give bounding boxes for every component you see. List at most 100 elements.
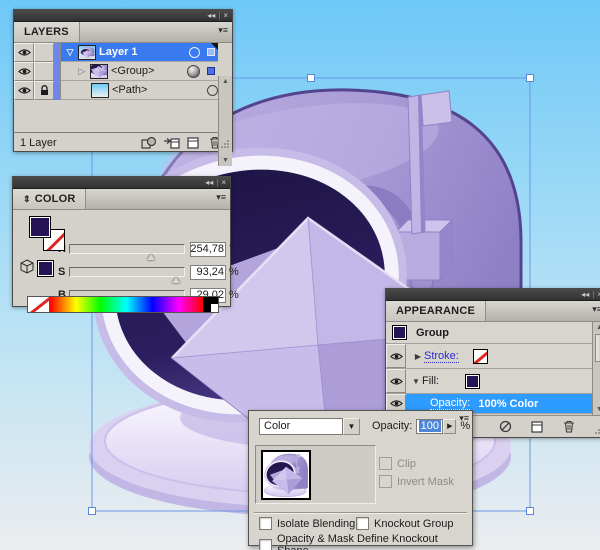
- hue-value-input[interactable]: 254,78: [190, 242, 226, 257]
- selection-handle-n[interactable]: [308, 75, 315, 82]
- scrollbar-thumb[interactable]: [595, 334, 600, 362]
- invert-mask-checkbox[interactable]: [379, 475, 392, 488]
- appearance-titlebar: ◂◂ | ×: [386, 289, 600, 301]
- isolate-blending-row: Isolate Blending: [259, 517, 355, 530]
- opacity-spinner-icon[interactable]: ▶: [443, 419, 456, 434]
- saturation-slider[interactable]: [69, 267, 185, 277]
- eye-icon: [18, 86, 31, 95]
- lock-toggle[interactable]: [34, 81, 54, 100]
- out-of-gamut-cube-icon[interactable]: [20, 259, 34, 274]
- close-panel-icon[interactable]: ×: [223, 11, 228, 20]
- color-tabrow: ⇕ COLOR ▾≡: [13, 189, 230, 210]
- isolate-blending-checkbox[interactable]: [259, 517, 272, 530]
- disclosure-closed-icon[interactable]: ▶: [412, 352, 424, 361]
- target-shaded-icon[interactable]: [187, 65, 200, 78]
- slider-marker[interactable]: [172, 277, 180, 283]
- make-clipping-mask-button[interactable]: [138, 135, 160, 150]
- layer-name[interactable]: <Path>: [112, 84, 147, 96]
- appearance-row-stroke[interactable]: ▶ Stroke:: [386, 344, 600, 369]
- selection-handle-ne[interactable]: [527, 75, 534, 82]
- layer-color-bar: [54, 62, 61, 81]
- visibility-toggle[interactable]: [14, 43, 34, 62]
- knockout-group-row: Knockout Group: [356, 517, 454, 530]
- eye-icon: [390, 352, 403, 361]
- appearance-row-fill[interactable]: ▼ Fill:: [386, 369, 600, 394]
- object-thumbnail[interactable]: [261, 450, 311, 500]
- target-circle-icon[interactable]: [189, 47, 200, 58]
- none-swatch[interactable]: [28, 297, 50, 312]
- black-white-swatch[interactable]: [203, 297, 218, 312]
- opacity-mask-checkbox[interactable]: [259, 539, 272, 550]
- delete-item-button[interactable]: [558, 419, 580, 434]
- panel-menu-icon[interactable]: ▾≡: [592, 305, 600, 314]
- saturation-value-input[interactable]: 93,24: [190, 265, 226, 280]
- hue-slider[interactable]: [69, 244, 185, 254]
- duplicate-item-button[interactable]: [526, 419, 548, 434]
- collapse-panel-icon[interactable]: ◂◂: [205, 178, 213, 187]
- lock-toggle[interactable]: [34, 62, 54, 81]
- collapse-panel-icon[interactable]: ◂◂: [207, 11, 215, 20]
- scroll-up-icon[interactable]: ▲: [596, 324, 600, 331]
- panel-menu-icon[interactable]: ▾≡: [216, 193, 226, 202]
- appearance-tabrow: APPEARANCE ▾≡: [386, 301, 600, 322]
- scroll-up-icon[interactable]: ▲: [222, 78, 229, 85]
- fill-label[interactable]: Fill:: [422, 375, 439, 387]
- visibility-toggle[interactable]: [386, 344, 406, 368]
- scroll-down-icon[interactable]: ▼: [222, 157, 229, 164]
- appearance-scrollbar[interactable]: ▲ ▼: [592, 322, 600, 415]
- opacity-label: Opacity:: [372, 420, 412, 432]
- new-layer-button[interactable]: [182, 135, 204, 150]
- panel-menu-icon[interactable]: ▾≡: [459, 413, 469, 424]
- resize-grip-icon[interactable]: [594, 425, 600, 435]
- layer-color-bar: [54, 43, 61, 62]
- fill-swatch[interactable]: [29, 216, 51, 238]
- panel-menu-icon[interactable]: ▾≡: [218, 26, 228, 35]
- fill-color-swatch[interactable]: [465, 374, 480, 389]
- blend-mode-dropdown-icon[interactable]: ▼: [343, 418, 360, 435]
- layers-list: ▽ Layer 1 ▷: [14, 43, 232, 133]
- in-gamut-swatch[interactable]: [37, 260, 54, 277]
- selection-handle-se[interactable]: [527, 508, 534, 515]
- resize-grip-icon[interactable]: [220, 139, 230, 149]
- selection-indicator[interactable]: [207, 67, 215, 75]
- visibility-toggle[interactable]: [14, 81, 34, 100]
- slider-marker[interactable]: [147, 254, 155, 260]
- color-spectrum-ramp[interactable]: [27, 296, 219, 313]
- target-circle-icon[interactable]: [207, 85, 218, 96]
- tab-layers[interactable]: LAYERS: [14, 22, 80, 42]
- lock-toggle[interactable]: [34, 43, 54, 62]
- knockout-group-checkbox[interactable]: [356, 517, 369, 530]
- group-label: Group: [416, 327, 449, 339]
- layer-row-path[interactable]: <Path>: [14, 81, 218, 100]
- new-sublayer-button[interactable]: [160, 135, 182, 150]
- blend-mode-select[interactable]: Color: [259, 418, 343, 435]
- cycle-color-model-icon[interactable]: ⇕: [23, 194, 31, 205]
- opacity-input[interactable]: 100: [416, 419, 443, 434]
- clip-checkbox[interactable]: [379, 457, 392, 470]
- layers-scrollbar[interactable]: ▲ ▼: [218, 76, 232, 166]
- opacity-mask-label: Opacity & Mask Define Knockout Shape: [277, 533, 472, 550]
- stroke-link[interactable]: Stroke:: [424, 350, 459, 363]
- disclosure-open-icon[interactable]: ▽: [65, 47, 75, 58]
- layer-name[interactable]: <Group>: [111, 65, 154, 77]
- spectrum-gradient[interactable]: [50, 297, 203, 312]
- visibility-toggle[interactable]: [386, 369, 406, 393]
- tab-appearance[interactable]: APPEARANCE: [386, 301, 486, 321]
- disclosure-open-icon[interactable]: ▼: [410, 377, 422, 386]
- stroke-none-swatch[interactable]: [473, 349, 488, 364]
- close-panel-icon[interactable]: ×: [221, 178, 226, 187]
- disclosure-closed-icon[interactable]: ▷: [77, 66, 87, 77]
- layer-row-layer1[interactable]: ▽ Layer 1: [14, 43, 218, 62]
- layer-row-group[interactable]: ▷ <Group>: [14, 62, 218, 81]
- clear-appearance-button[interactable]: [494, 419, 516, 434]
- tab-color[interactable]: ⇕ COLOR: [13, 189, 86, 209]
- opacity-mask-row: Opacity & Mask Define Knockout Shape: [259, 533, 472, 550]
- opacity-link[interactable]: Opacity:: [430, 397, 470, 410]
- layer-name[interactable]: Layer 1: [99, 46, 138, 58]
- corner-flag: [211, 43, 218, 50]
- selection-handle-sw[interactable]: [89, 508, 96, 515]
- collapse-panel-icon[interactable]: ◂◂: [581, 290, 589, 299]
- visibility-toggle[interactable]: [14, 62, 34, 81]
- appearance-row-group[interactable]: Group: [386, 322, 600, 344]
- scroll-down-icon[interactable]: ▼: [596, 406, 600, 413]
